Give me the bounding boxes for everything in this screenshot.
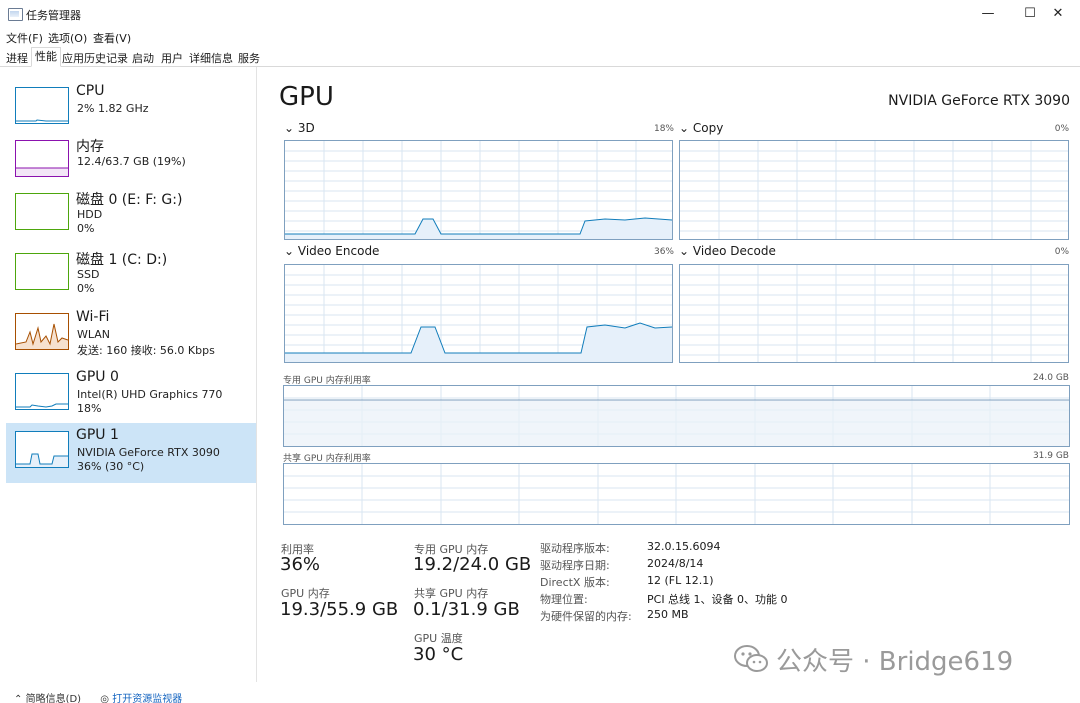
disk0-thumbnail	[15, 193, 69, 230]
tab-users[interactable]: 用户	[161, 50, 183, 66]
dedicated-memory-max: 24.0 GB	[1032, 373, 1069, 383]
tab-processes[interactable]: 进程	[6, 50, 28, 66]
title-bar: 任务管理器 — ☐ ✕	[0, 0, 1080, 28]
physical-location-key: 物理位置:	[540, 593, 588, 606]
fewer-details-link[interactable]: 简略信息(D)	[26, 694, 82, 703]
engine-percent: 0%	[1054, 247, 1069, 257]
sidebar-item-label: GPU 0	[76, 369, 119, 385]
wechat-icon	[734, 644, 768, 674]
gpu1-thumbnail	[15, 431, 69, 468]
sidebar-item-detail: 2% 1.82 GHz	[77, 102, 149, 115]
utilization-value: 36%	[280, 554, 321, 575]
engine-selector-video-decode[interactable]: ⌄ Video Decode	[679, 244, 776, 258]
sidebar-item-disk1[interactable]: 磁盘 1 (C: D:) SSD 0%	[6, 245, 256, 305]
watermark: 公众号 · Bridge619	[734, 641, 1013, 677]
sidebar-item-label: Wi-Fi	[76, 309, 110, 325]
engine-label: 3D	[297, 121, 315, 135]
sidebar-item-throughput: 发送: 160 接收: 56.0 Kbps	[77, 344, 215, 357]
driver-date-value: 2024/8/14	[647, 557, 704, 570]
sidebar-item-detail: NVIDIA GeForce RTX 3090	[77, 446, 220, 459]
window-title: 任务管理器	[26, 9, 81, 22]
cpu-thumbnail	[15, 87, 69, 124]
tab-services[interactable]: 服务	[238, 50, 260, 66]
chart-3d	[284, 140, 673, 240]
close-button[interactable]: ✕	[1036, 3, 1080, 25]
sidebar-item-disk0[interactable]: 磁盘 0 (E: F: G:) HDD 0%	[6, 185, 256, 245]
chart-copy	[679, 140, 1069, 240]
dedicated-memory-chart	[283, 385, 1070, 447]
gpu-temperature-value: 30 °C	[413, 644, 464, 665]
sidebar-item-detail: SSD	[77, 268, 100, 281]
chart-video-decode	[679, 264, 1069, 363]
engine-label: Video Encode	[297, 244, 380, 258]
sidebar-item-label: CPU	[76, 83, 105, 99]
sidebar-item-percent: 0%	[77, 282, 95, 295]
shared-memory-chart	[283, 463, 1070, 525]
footer-bar: ⌃ 简略信息(D) ◎ 打开资源监视器	[0, 690, 420, 703]
open-resource-monitor-link[interactable]: 打开资源监视器	[112, 694, 182, 703]
sidebar-item-label: 内存	[76, 139, 104, 155]
gpu0-thumbnail	[15, 373, 69, 410]
sidebar-item-label: 磁盘 0 (E: F: G:)	[76, 192, 183, 208]
sidebar-item-detail: Intel(R) UHD Graphics 770	[77, 388, 223, 401]
sidebar-item-wifi[interactable]: Wi-Fi WLAN 发送: 160 接收: 56.0 Kbps	[6, 305, 256, 365]
task-manager-icon	[8, 8, 23, 21]
sidebar-item-detail: 12.4/63.7 GB (19%)	[77, 155, 186, 168]
engine-percent: 36%	[653, 247, 674, 257]
sidebar-item-label: 磁盘 1 (C: D:)	[76, 252, 168, 268]
dedicated-memory-stat-value: 19.2/24.0 GB	[413, 554, 532, 575]
sidebar-item-percent: 0%	[77, 222, 95, 235]
tab-bar: 进程 性能 应用历史记录 启动 用户 详细信息 服务	[0, 47, 1080, 67]
resource-monitor-icon: ◎	[100, 694, 110, 703]
sidebar-item-gpu0[interactable]: GPU 0 Intel(R) UHD Graphics 770 18%	[6, 365, 256, 425]
sidebar-item-gpu1[interactable]: GPU 1 NVIDIA GeForce RTX 3090 36% (30 °C…	[6, 423, 256, 483]
engine-percent: 18%	[653, 124, 674, 134]
driver-version-key: 驱动程序版本:	[540, 542, 610, 555]
engine-percent: 0%	[1054, 124, 1069, 134]
tab-details[interactable]: 详细信息	[189, 50, 233, 66]
physical-location-value: PCI 总线 1、设备 0、功能 0	[647, 593, 788, 606]
reserved-memory-key: 为硬件保留的内存:	[540, 610, 632, 623]
chevron-up-icon[interactable]: ⌃	[14, 694, 22, 703]
driver-date-key: 驱动程序日期:	[540, 559, 610, 572]
directx-version-key: DirectX 版本:	[540, 576, 610, 589]
disk1-thumbnail	[15, 253, 69, 290]
sidebar-item-percent: 36% (30 °C)	[77, 460, 145, 473]
engine-selector-video-encode[interactable]: ⌄ Video Encode	[284, 244, 379, 258]
tab-startup[interactable]: 启动	[132, 50, 154, 66]
sidebar-item-detail: WLAN	[77, 328, 111, 341]
memory-thumbnail	[15, 140, 69, 177]
wifi-thumbnail	[15, 313, 69, 350]
engine-label: Video Decode	[692, 244, 776, 258]
gpu-memory-value: 19.3/55.9 GB	[280, 599, 399, 620]
sidebar-item-percent: 18%	[77, 402, 102, 415]
driver-version-value: 32.0.15.6094	[647, 540, 721, 553]
shared-memory-stat-value: 0.1/31.9 GB	[413, 599, 520, 620]
sidebar-item-detail: HDD	[77, 208, 103, 221]
resource-sidebar: CPU 2% 1.82 GHz 内存 12.4/63.7 GB (19%) 磁盘…	[0, 67, 257, 682]
menu-file[interactable]: 文件(F)	[6, 30, 43, 46]
tab-performance[interactable]: 性能	[31, 47, 61, 67]
chart-video-encode	[284, 264, 673, 363]
menu-options[interactable]: 选项(O)	[48, 30, 87, 46]
engine-selector-copy[interactable]: ⌄ Copy	[679, 121, 723, 135]
shared-memory-max: 31.9 GB	[1032, 451, 1069, 461]
minimize-button[interactable]: —	[966, 3, 1010, 25]
sidebar-item-memory[interactable]: 内存 12.4/63.7 GB (19%)	[6, 132, 256, 192]
sidebar-item-label: GPU 1	[76, 427, 119, 443]
reserved-memory-value: 250 MB	[647, 608, 689, 621]
gpu-model-name: NVIDIA GeForce RTX 3090	[888, 93, 1070, 109]
sidebar-item-cpu[interactable]: CPU 2% 1.82 GHz	[6, 79, 256, 139]
page-title: GPU	[279, 82, 334, 112]
engine-selector-3d[interactable]: ⌄ 3D	[284, 121, 315, 135]
directx-version-value: 12 (FL 12.1)	[647, 574, 714, 587]
menu-view[interactable]: 查看(V)	[93, 30, 131, 46]
engine-label: Copy	[692, 121, 724, 135]
watermark-text: 公众号 · Bridge619	[776, 646, 1014, 677]
tab-app-history[interactable]: 应用历史记录	[62, 50, 128, 66]
